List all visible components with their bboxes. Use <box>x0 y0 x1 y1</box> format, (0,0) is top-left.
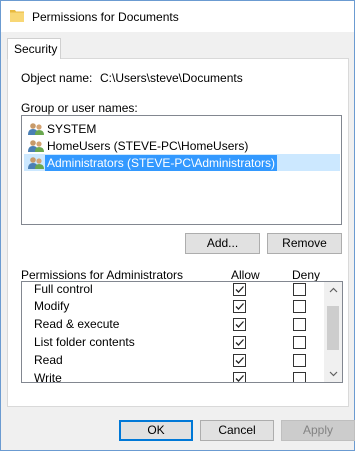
permissions-list: Full control Modify Read & execute List fol… <box>21 281 343 383</box>
group-names-label: Group or user names: <box>21 101 138 115</box>
permission-name: Full control <box>34 282 93 296</box>
list-item-homeusers[interactable]: HomeUsers (STEVE-PC\HomeUsers) <box>24 137 340 154</box>
deny-checkbox[interactable] <box>293 354 306 367</box>
scroll-down-icon[interactable] <box>325 365 342 382</box>
deny-header: Deny <box>292 268 321 282</box>
permission-name: Write <box>34 371 62 383</box>
tab-security[interactable]: Security <box>7 38 61 59</box>
list-item-system[interactable]: SYSTEM <box>24 120 340 137</box>
user-name: Administrators (STEVE-PC\Administrators) <box>45 154 278 171</box>
permission-name: Read <box>34 353 63 367</box>
permission-row: Read <box>34 351 334 369</box>
scroll-up-icon[interactable] <box>325 282 342 299</box>
allow-checkbox[interactable] <box>233 318 246 331</box>
apply-button[interactable]: Apply <box>281 420 355 441</box>
user-name: SYSTEM <box>47 121 97 136</box>
folder-icon <box>10 10 24 22</box>
permissions-label: Permissions for Administrators <box>21 268 184 282</box>
object-name-value: C:\Users\steve\Documents <box>100 71 243 85</box>
deny-checkbox[interactable] <box>293 300 306 313</box>
permission-row: Modify <box>34 297 334 315</box>
ok-button[interactable]: OK <box>119 420 193 441</box>
permission-name: List folder contents <box>34 335 135 349</box>
allow-checkbox[interactable] <box>233 300 246 313</box>
permissions-scrollbar[interactable] <box>324 282 342 382</box>
remove-button[interactable]: Remove <box>267 233 342 254</box>
allow-checkbox[interactable] <box>233 336 246 349</box>
list-item-administrators[interactable]: Administrators (STEVE-PC\Administrators) <box>24 154 340 171</box>
users-icon <box>28 122 44 135</box>
allow-header: Allow <box>231 268 260 282</box>
deny-checkbox[interactable] <box>293 283 306 296</box>
users-icon <box>28 156 44 169</box>
window-title: Permissions for Documents <box>32 10 179 24</box>
cancel-button[interactable]: Cancel <box>200 420 274 441</box>
group-user-list[interactable]: SYSTEM HomeUsers (STEVE-PC\HomeUsers) Ad… <box>21 115 342 225</box>
permission-row: List folder contents <box>34 333 334 351</box>
allow-checkbox[interactable] <box>233 372 246 382</box>
permission-name: Modify <box>34 299 70 313</box>
deny-checkbox[interactable] <box>293 318 306 331</box>
allow-checkbox[interactable] <box>233 283 246 296</box>
deny-checkbox[interactable] <box>293 336 306 349</box>
allow-checkbox[interactable] <box>233 354 246 367</box>
title-bar: Permissions for Documents <box>1 1 354 32</box>
permission-name: Read & execute <box>34 317 120 331</box>
object-name-label: Object name: <box>21 71 93 85</box>
permission-row: Write <box>34 369 334 383</box>
deny-checkbox[interactable] <box>293 372 306 382</box>
scroll-thumb[interactable] <box>327 306 339 350</box>
permission-row: Read & execute <box>34 315 334 333</box>
permission-row: Full control <box>34 282 334 298</box>
users-icon <box>28 139 44 152</box>
add-button[interactable]: Add... <box>185 233 260 254</box>
user-name: HomeUsers (STEVE-PC\HomeUsers) <box>47 138 249 153</box>
